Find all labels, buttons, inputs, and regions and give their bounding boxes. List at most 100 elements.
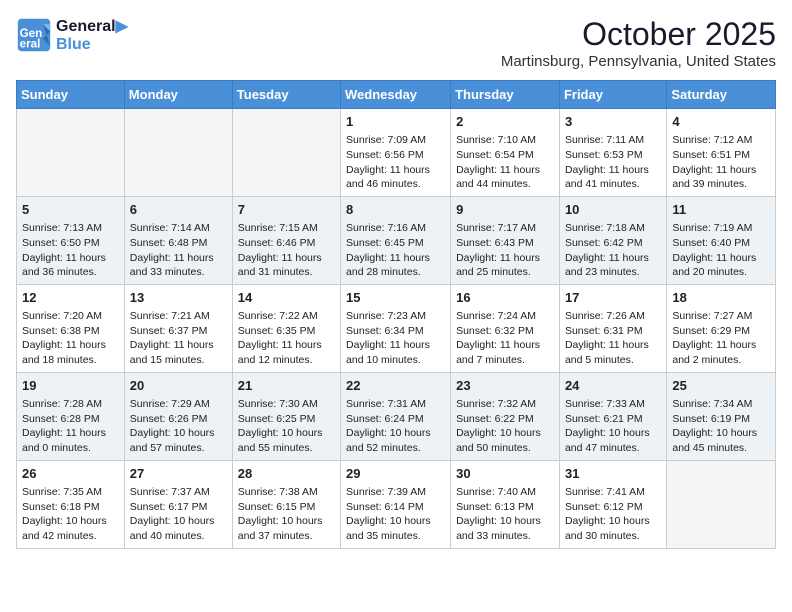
calendar-cell: 25Sunrise: 7:34 AM Sunset: 6:19 PM Dayli…	[667, 372, 776, 460]
calendar-cell	[17, 109, 125, 197]
day-number: 8	[346, 201, 445, 219]
day-number: 26	[22, 465, 119, 483]
day-info: Sunrise: 7:23 AM Sunset: 6:34 PM Dayligh…	[346, 309, 445, 368]
calendar-week-row: 19 Sunrise: 7:28 AM Sunset: 6:28 PM Dayli…	[17, 372, 776, 460]
calendar-cell: 3 Sunrise: 7:11 AM Sunset: 6:53 PM Daylig…	[559, 109, 666, 197]
day-number: 21	[238, 377, 335, 395]
weekday-header-monday: Monday	[124, 81, 232, 109]
calendar-cell: 23Sunrise: 7:32 AM Sunset: 6:22 PM Dayli…	[451, 372, 560, 460]
calendar-cell: 13 Sunrise: 7:21 AM Sunset: 6:37 PM Dayli…	[124, 284, 232, 372]
day-info: Sunrise: 7:19 AM Sunset: 6:40 PM Dayligh…	[672, 221, 770, 280]
weekday-header-wednesday: Wednesday	[341, 81, 451, 109]
calendar-cell: 12 Sunrise: 7:20 AM Sunset: 6:38 PM Dayli…	[17, 284, 125, 372]
calendar-cell: 17 Sunrise: 7:26 AM Sunset: 6:31 PM Dayli…	[559, 284, 666, 372]
calendar-cell: 2 Sunrise: 7:10 AM Sunset: 6:54 PM Daylig…	[451, 109, 560, 197]
day-info: Sunrise: 7:28 AM Sunset: 6:28 PM Dayligh…	[22, 397, 119, 456]
calendar-week-row: 1 Sunrise: 7:09 AM Sunset: 6:56 PM Daylig…	[17, 109, 776, 197]
calendar-cell: 5Sunrise: 7:13 AM Sunset: 6:50 PM Daylig…	[17, 196, 125, 284]
weekday-header-sunday: Sunday	[17, 81, 125, 109]
calendar-table: SundayMondayTuesdayWednesdayThursdayFrid…	[16, 80, 776, 549]
calendar-cell: 29Sunrise: 7:39 AM Sunset: 6:14 PM Dayli…	[341, 460, 451, 548]
day-number: 2	[456, 113, 554, 131]
calendar-cell: 14 Sunrise: 7:22 AM Sunset: 6:35 PM Dayli…	[232, 284, 340, 372]
weekday-header-friday: Friday	[559, 81, 666, 109]
calendar-cell	[232, 109, 340, 197]
title-block: October 2025 Martinsburg, Pennsylvania, …	[501, 16, 776, 70]
calendar-cell: 7Sunrise: 7:15 AM Sunset: 6:46 PM Daylig…	[232, 196, 340, 284]
calendar-cell: 30 Sunrise: 7:40 AM Sunset: 6:13 PM Dayli…	[451, 460, 560, 548]
day-number: 28	[238, 465, 335, 483]
day-number: 16	[456, 289, 554, 307]
day-number: 12	[22, 289, 119, 307]
calendar-cell: 15 Sunrise: 7:23 AM Sunset: 6:34 PM Dayli…	[341, 284, 451, 372]
day-number: 11	[672, 201, 770, 219]
day-number: 14	[238, 289, 335, 307]
weekday-header-saturday: Saturday	[667, 81, 776, 109]
day-info: Sunrise: 7:10 AM Sunset: 6:54 PM Dayligh…	[456, 133, 554, 192]
day-number: 6	[130, 201, 227, 219]
day-number: 15	[346, 289, 445, 307]
day-number: 5	[22, 201, 119, 219]
day-number: 19	[22, 377, 119, 395]
calendar-cell: 18 Sunrise: 7:27 AM Sunset: 6:29 PM Dayli…	[667, 284, 776, 372]
day-info: Sunrise: 7:17 AM Sunset: 6:43 PM Dayligh…	[456, 221, 554, 280]
calendar-week-row: 12 Sunrise: 7:20 AM Sunset: 6:38 PM Dayli…	[17, 284, 776, 372]
calendar-cell: 21 Sunrise: 7:30 AM Sunset: 6:25 PM Dayli…	[232, 372, 340, 460]
day-info: Sunrise: 7:33 AM Sunset: 6:21 PM Dayligh…	[565, 397, 661, 456]
day-info: Sunrise: 7:15 AM Sunset: 6:46 PM Dayligh…	[238, 221, 335, 280]
logo-icon: Gen eral	[16, 17, 52, 53]
day-info: Sunrise: 7:22 AM Sunset: 6:35 PM Dayligh…	[238, 309, 335, 368]
day-info: Sunrise: 7:29 AM Sunset: 6:26 PM Dayligh…	[130, 397, 227, 456]
day-info: Sunrise: 7:38 AM Sunset: 6:15 PM Dayligh…	[238, 485, 335, 544]
day-number: 27	[130, 465, 227, 483]
svg-text:eral: eral	[20, 38, 41, 51]
day-info: Sunrise: 7:18 AM Sunset: 6:42 PM Dayligh…	[565, 221, 661, 280]
day-info: Sunrise: 7:16 AM Sunset: 6:45 PM Dayligh…	[346, 221, 445, 280]
day-number: 30	[456, 465, 554, 483]
day-info: Sunrise: 7:14 AM Sunset: 6:48 PM Dayligh…	[130, 221, 227, 280]
calendar-cell: 11 Sunrise: 7:19 AM Sunset: 6:40 PM Dayli…	[667, 196, 776, 284]
day-info: Sunrise: 7:09 AM Sunset: 6:56 PM Dayligh…	[346, 133, 445, 192]
day-info: Sunrise: 7:35 AM Sunset: 6:18 PM Dayligh…	[22, 485, 119, 544]
weekday-header-thursday: Thursday	[451, 81, 560, 109]
location: Martinsburg, Pennsylvania, United States	[501, 53, 776, 70]
day-info: Sunrise: 7:41 AM Sunset: 6:12 PM Dayligh…	[565, 485, 661, 544]
day-number: 10	[565, 201, 661, 219]
day-info: Sunrise: 7:12 AM Sunset: 6:51 PM Dayligh…	[672, 133, 770, 192]
day-info: Sunrise: 7:26 AM Sunset: 6:31 PM Dayligh…	[565, 309, 661, 368]
day-info: Sunrise: 7:30 AM Sunset: 6:25 PM Dayligh…	[238, 397, 335, 456]
calendar-cell: 16 Sunrise: 7:24 AM Sunset: 6:32 PM Dayli…	[451, 284, 560, 372]
day-info: Sunrise: 7:31 AM Sunset: 6:24 PM Dayligh…	[346, 397, 445, 456]
page-header: Gen eral General▶ Blue October 2025 Mart…	[16, 16, 776, 70]
calendar-week-row: 5Sunrise: 7:13 AM Sunset: 6:50 PM Daylig…	[17, 196, 776, 284]
day-info: Sunrise: 7:11 AM Sunset: 6:53 PM Dayligh…	[565, 133, 661, 192]
day-info: Sunrise: 7:27 AM Sunset: 6:29 PM Dayligh…	[672, 309, 770, 368]
logo: Gen eral General▶ Blue	[16, 16, 128, 54]
day-info: Sunrise: 7:37 AM Sunset: 6:17 PM Dayligh…	[130, 485, 227, 544]
calendar-cell	[124, 109, 232, 197]
calendar-cell: 28 Sunrise: 7:38 AM Sunset: 6:15 PM Dayli…	[232, 460, 340, 548]
day-number: 25	[672, 377, 770, 395]
calendar-cell: 6 Sunrise: 7:14 AM Sunset: 6:48 PM Daylig…	[124, 196, 232, 284]
weekday-header-tuesday: Tuesday	[232, 81, 340, 109]
day-info: Sunrise: 7:21 AM Sunset: 6:37 PM Dayligh…	[130, 309, 227, 368]
day-number: 31	[565, 465, 661, 483]
day-info: Sunrise: 7:40 AM Sunset: 6:13 PM Dayligh…	[456, 485, 554, 544]
calendar-cell	[667, 460, 776, 548]
calendar-cell: 1 Sunrise: 7:09 AM Sunset: 6:56 PM Daylig…	[341, 109, 451, 197]
calendar-cell: 27 Sunrise: 7:37 AM Sunset: 6:17 PM Dayli…	[124, 460, 232, 548]
day-number: 9	[456, 201, 554, 219]
day-info: Sunrise: 7:39 AM Sunset: 6:14 PM Dayligh…	[346, 485, 445, 544]
calendar-cell: 24 Sunrise: 7:33 AM Sunset: 6:21 PM Dayli…	[559, 372, 666, 460]
calendar-header-row: SundayMondayTuesdayWednesdayThursdayFrid…	[17, 81, 776, 109]
day-number: 13	[130, 289, 227, 307]
day-number: 1	[346, 113, 445, 131]
day-number: 17	[565, 289, 661, 307]
day-number: 22	[346, 377, 445, 395]
day-number: 3	[565, 113, 661, 131]
day-number: 18	[672, 289, 770, 307]
day-info: Sunrise: 7:24 AM Sunset: 6:32 PM Dayligh…	[456, 309, 554, 368]
calendar-cell: 9 Sunrise: 7:17 AM Sunset: 6:43 PM Daylig…	[451, 196, 560, 284]
day-number: 24	[565, 377, 661, 395]
day-info: Sunrise: 7:20 AM Sunset: 6:38 PM Dayligh…	[22, 309, 119, 368]
